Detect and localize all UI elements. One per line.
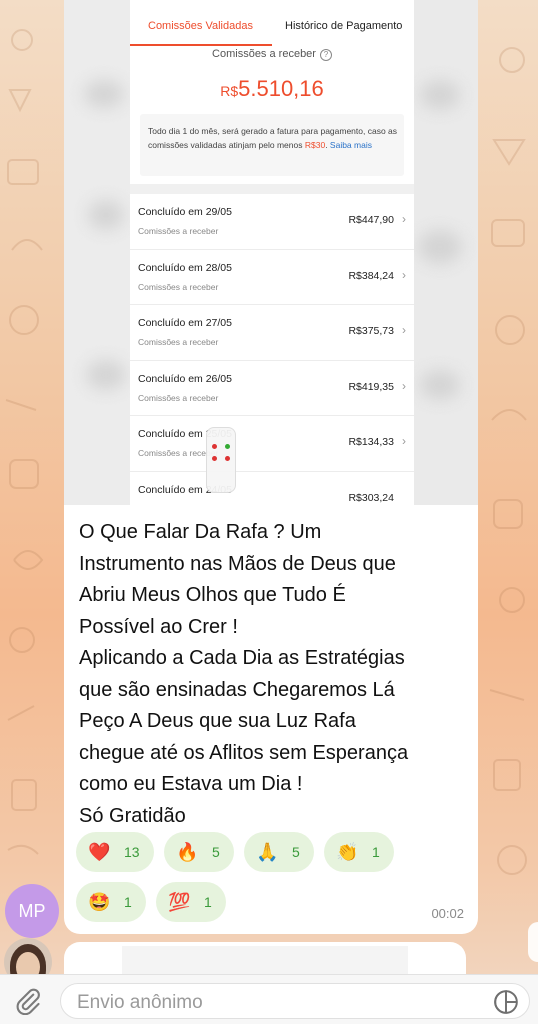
- payment-note-box: Todo dia 1 do mês, será gerado a fatura …: [140, 114, 404, 176]
- row-amount: R$447,90: [348, 214, 394, 226]
- message-line: Possível ao Crer !: [79, 615, 238, 638]
- reaction-fire[interactable]: 🔥 5: [164, 832, 234, 872]
- widget-dot: [225, 456, 230, 461]
- hundred-points-icon: 💯: [168, 892, 191, 912]
- commission-summary: Comissões a receber? R$5.510,16 Todo dia…: [130, 48, 414, 184]
- payment-note: Todo dia 1 do mês, será gerado a fatura …: [148, 124, 400, 152]
- chevron-right-icon: ›: [402, 267, 406, 282]
- sender-avatar[interactable]: MP: [5, 884, 59, 938]
- message-line: Aplicando a Cada Dia as Estratégias: [79, 647, 405, 669]
- row-amount: R$384,24: [348, 269, 394, 282]
- reaction-star-struck[interactable]: 🤩 1: [76, 882, 146, 922]
- note-minimum-value: R$30: [304, 140, 326, 150]
- row-subtitle: Comissões a receber: [138, 337, 219, 348]
- input-placeholder: Envio anônimo: [77, 992, 203, 1013]
- widget-dot: [212, 444, 217, 449]
- message-bubble: Comissões Validadas Histórico de Pagamen…: [64, 0, 478, 934]
- reaction-clap[interactable]: 👏 1: [324, 832, 394, 872]
- summary-label-row: Comissões a receber?: [130, 48, 414, 61]
- row-subtitle: Comissões a receber: [138, 226, 219, 236]
- widget-dot: [212, 456, 217, 461]
- commission-app-screen: Comissões Validadas Histórico de Pagamen…: [130, 0, 414, 505]
- row-title: Concluído em 28/05: [138, 261, 232, 274]
- attached-screenshot[interactable]: Comissões Validadas Histórico de Pagamen…: [64, 0, 478, 505]
- red-heart-icon: ❤️: [88, 842, 111, 862]
- row-amount: R$375,73: [348, 325, 394, 338]
- reaction-hundred[interactable]: 💯 1: [156, 882, 226, 922]
- message-composer: Envio anônimo: [0, 974, 538, 1024]
- tab-bar: Comissões Validadas Histórico de Pagamen…: [130, 0, 414, 48]
- summary-label: Comissões a receber: [212, 48, 316, 60]
- message-line: Só Gratidão: [79, 804, 186, 827]
- row-amount: R$303,24: [348, 491, 394, 504]
- blurred-left-area: [64, 0, 130, 505]
- row-title: Concluído em 26/05: [138, 372, 232, 385]
- floating-widget[interactable]: [206, 427, 236, 493]
- side-scroll-tab[interactable]: [528, 922, 538, 962]
- tab-payment-history[interactable]: Histórico de Pagamento: [285, 20, 402, 32]
- list-item[interactable]: Concluído em 29/05 Comissões a receber R…: [130, 194, 414, 250]
- message-line: Abriu Meus Olhos que Tudo É: [79, 584, 346, 606]
- row-title: Concluído em 29/05: [138, 206, 232, 218]
- commission-list: Concluído em 29/05 Comissões a receber R…: [130, 194, 414, 505]
- question-circle-icon[interactable]: ?: [319, 49, 332, 61]
- paperclip-icon[interactable]: [14, 987, 42, 1015]
- chevron-right-icon: ›: [402, 212, 406, 226]
- tab-validated-commissions[interactable]: Comissões Validadas: [148, 20, 253, 32]
- message-line: que são ensinadas Chegaremos Lá: [79, 678, 395, 701]
- folded-hands-icon: 🙏: [256, 842, 279, 862]
- amount-value: 5.510,16: [238, 76, 324, 101]
- active-tab-indicator: [130, 44, 272, 46]
- row-title: Concluído em 27/05: [138, 317, 232, 330]
- message-text: O Que Falar Da Rafa ? Um Instrumento nas…: [79, 517, 469, 832]
- row-subtitle: Comissões a receber: [138, 392, 219, 403]
- list-item[interactable]: Concluído em 24/05 R$303,24: [130, 471, 414, 505]
- message-line: como eu Estava um Dia !: [79, 773, 303, 795]
- chevron-right-icon: ›: [402, 378, 406, 393]
- list-item[interactable]: Concluído em 28/05 Comissões a receber R…: [130, 249, 414, 306]
- reaction-pray[interactable]: 🙏 5: [244, 832, 314, 872]
- message-line: chegue até os Aflitos sem Esperança: [79, 741, 409, 764]
- message-line: O Que Falar Da Rafa ? Um: [79, 521, 322, 543]
- anonymous-message-input[interactable]: Envio anônimo: [60, 983, 530, 1019]
- chevron-right-icon: ›: [402, 323, 406, 338]
- fire-icon: 🔥: [176, 842, 199, 862]
- sticker-icon[interactable]: [493, 989, 519, 1015]
- list-item[interactable]: Concluído em 26/05 Comissões a receber R…: [130, 360, 414, 417]
- currency-symbol: R$: [220, 83, 239, 99]
- summary-amount: R$5.510,16: [130, 76, 414, 102]
- message-line: Instrumento nas Mãos de Deus que: [79, 552, 396, 575]
- list-item[interactable]: Concluído em 27/05 Comissões a receber R…: [130, 305, 414, 361]
- row-amount: R$134,33: [348, 436, 394, 449]
- clapping-hands-icon: 👏: [336, 842, 359, 862]
- learn-more-link[interactable]: Saiba mais: [330, 140, 372, 150]
- reaction-count: 13: [124, 844, 140, 860]
- star-struck-icon: 🤩: [88, 892, 111, 912]
- reaction-count: 1: [124, 894, 132, 910]
- row-amount: R$419,35: [348, 380, 394, 393]
- reaction-heart[interactable]: ❤️ 13: [76, 832, 154, 872]
- widget-dot: [225, 444, 230, 449]
- reaction-count: 5: [292, 844, 300, 860]
- list-item[interactable]: Concluído em 25/05 Comissões a receber R…: [130, 416, 414, 472]
- reaction-count: 1: [372, 844, 380, 860]
- message-line: Peço A Deus que sua Luz Rafa: [79, 710, 356, 732]
- reaction-count: 5: [212, 844, 220, 860]
- blurred-right-area: [414, 0, 478, 505]
- chevron-right-icon: ›: [402, 434, 406, 449]
- row-subtitle: Comissões a receber: [138, 281, 219, 292]
- reaction-count: 1: [204, 894, 212, 910]
- message-time: 00:02: [431, 906, 464, 921]
